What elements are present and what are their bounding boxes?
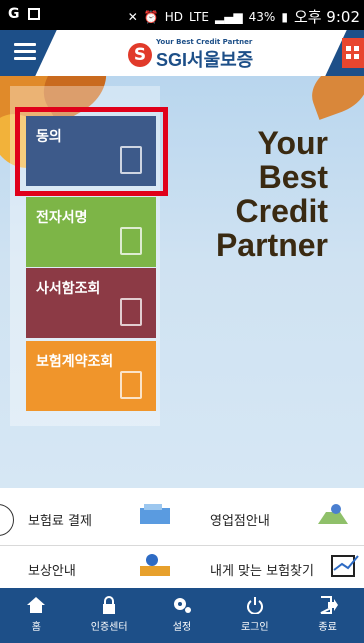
quick-link-label: 보상안내	[28, 564, 76, 579]
mute-icon: ✕	[127, 9, 138, 24]
home-icon	[27, 597, 46, 613]
menu-tile-e-signature[interactable]: 전자서명	[26, 197, 156, 267]
status-app-icon: G	[8, 6, 20, 22]
map-location-icon	[318, 504, 348, 524]
nav-auth-center[interactable]: 인증센터	[73, 588, 146, 643]
nav-label: 설정	[172, 622, 192, 633]
slogan-line: Your	[257, 125, 328, 161]
nav-exit[interactable]: 종료	[291, 588, 364, 643]
nav-label: 인증센터	[90, 622, 128, 633]
logo-tagline: Your Best Credit Partner	[156, 38, 253, 46]
quick-link-compensation[interactable]: 보상안내	[28, 546, 188, 588]
hamburger-menu-icon[interactable]	[14, 43, 36, 63]
card-payment-icon	[140, 504, 170, 524]
exit-icon	[320, 596, 338, 614]
slogan-line: Best	[258, 159, 328, 195]
app-header: Your Best Credit Partner S SGI서울보증	[0, 30, 364, 76]
power-icon	[246, 597, 263, 614]
menu-tile-label: 보험계약조회	[36, 354, 114, 370]
selection-highlight-box	[15, 107, 168, 196]
check-chart-icon	[331, 555, 359, 577]
compensation-icon	[140, 554, 170, 576]
main-area: Your Best Credit Partner 동의 전자서명 사서함조회 보…	[0, 76, 364, 488]
alarm-icon: ⏰	[143, 9, 159, 24]
status-bar: G ✕ ⏰ HD LTE ▂▄▆ 43% ▮ 오후 9:02	[0, 0, 364, 30]
slogan-line: Partner	[215, 227, 328, 263]
menu-tile-label: 사서함조회	[36, 281, 101, 297]
image-icon	[27, 8, 40, 20]
lte-icon: LTE	[189, 9, 209, 24]
nav-label: 홈	[31, 622, 41, 633]
nav-home[interactable]: 홈	[0, 588, 73, 643]
clock: 오후 9:02	[293, 8, 360, 26]
sgi-logo[interactable]: Your Best Credit Partner S SGI서울보증	[128, 34, 268, 74]
leaf-decoration	[304, 76, 364, 120]
nav-label: 로그인	[240, 622, 269, 633]
quick-link-branch[interactable]: 영업점안내	[210, 496, 360, 538]
grid-menu-icon[interactable]	[342, 38, 364, 68]
nav-settings[interactable]: 설정	[146, 588, 219, 643]
slogan: Your Best Credit Partner	[216, 126, 328, 262]
gear-icon	[173, 598, 191, 613]
quick-link-label: 영업점안내	[210, 514, 270, 529]
signal-icon: ▂▄▆	[214, 9, 243, 24]
menu-tile-mailbox[interactable]: 사서함조회	[26, 268, 156, 338]
quick-link-payment[interactable]: 보험료 결제	[28, 496, 188, 538]
nav-label: 종료	[318, 622, 337, 633]
logo-text: SGI서울보증	[156, 50, 254, 70]
document-search-icon	[120, 371, 142, 399]
hd-icon: HD	[164, 9, 184, 24]
quick-links: 보험료 결제 영업점안내 보상안내 내게 맞는 보험찾기	[0, 488, 364, 588]
quick-link-find-insurance[interactable]: 내게 맞는 보험찾기	[210, 546, 360, 588]
battery-percent: 43%	[248, 9, 276, 24]
menu-tile-label: 전자서명	[36, 210, 88, 226]
quick-link-label: 보험료 결제	[28, 514, 92, 529]
quick-link-label: 내게 맞는 보험찾기	[210, 564, 314, 579]
lock-icon	[103, 596, 116, 614]
edit-signature-icon	[120, 227, 142, 255]
bottom-navigation: 홈 인증센터 설정 로그인 종료	[0, 588, 364, 643]
quick-links-row: 보험료 결제 영업점안내	[0, 496, 364, 546]
battery-icon: ▮	[281, 9, 288, 24]
menu-tile-contract-lookup[interactable]: 보험계약조회	[26, 341, 156, 411]
slogan-line: Credit	[235, 193, 328, 229]
nav-login[interactable]: 로그인	[218, 588, 291, 643]
inbox-tray-icon	[120, 298, 142, 326]
logo-mark: S	[128, 43, 152, 67]
